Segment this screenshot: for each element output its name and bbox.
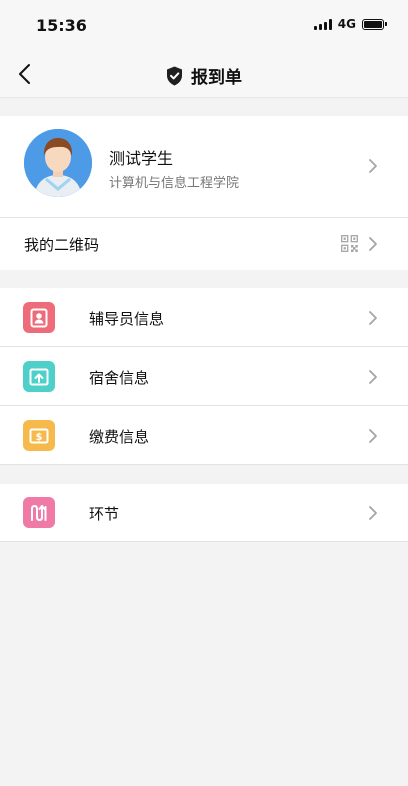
student-college: 计算机与信息工程学院 bbox=[109, 176, 240, 191]
counselor-badge-icon bbox=[23, 302, 55, 333]
menu-label: 环节 bbox=[89, 505, 120, 523]
chevron-right-icon bbox=[369, 159, 377, 173]
student-avatar-icon bbox=[24, 129, 92, 197]
qrcode-label: 我的二维码 bbox=[24, 236, 100, 254]
student-name: 测试学生 bbox=[109, 149, 174, 168]
shield-check-icon bbox=[167, 66, 182, 85]
qrcode-icon bbox=[341, 235, 358, 252]
chevron-right-icon bbox=[369, 237, 377, 251]
network-type: 4G bbox=[337, 17, 356, 31]
signal-icon bbox=[313, 18, 332, 30]
chevron-right-icon bbox=[369, 429, 377, 443]
chevron-right-icon bbox=[369, 370, 377, 384]
menu-item-dormitory[interactable]: 宿舍信息 bbox=[0, 347, 408, 406]
profile-card[interactable]: 测试学生 计算机与信息工程学院 bbox=[0, 116, 408, 218]
avatar bbox=[24, 129, 92, 197]
process-flow-icon bbox=[23, 497, 55, 528]
nav-bar: 报到单 bbox=[0, 50, 408, 98]
status-time: 15:36 bbox=[36, 16, 87, 35]
chevron-right-icon bbox=[369, 506, 377, 520]
battery-icon bbox=[362, 18, 387, 30]
nav-title-group: 报到单 bbox=[0, 63, 408, 88]
menu-item-payment[interactable]: $ 缴费信息 bbox=[0, 406, 408, 465]
status-indicators: 4G bbox=[313, 17, 387, 31]
dormitory-icon bbox=[23, 361, 55, 392]
status-bar: 15:36 4G bbox=[0, 0, 408, 50]
menu-label: 辅导员信息 bbox=[89, 310, 165, 328]
info-menu-list: 辅导员信息 宿舍信息 $ 缴费信息 bbox=[0, 288, 408, 465]
svg-text:$: $ bbox=[36, 432, 43, 443]
my-qrcode-row[interactable]: 我的二维码 bbox=[0, 218, 408, 270]
payment-icon: $ bbox=[23, 420, 55, 451]
menu-item-counselor[interactable]: 辅导员信息 bbox=[0, 288, 408, 347]
page-title: 报到单 bbox=[191, 68, 242, 88]
menu-item-process[interactable]: 环节 bbox=[0, 484, 408, 542]
chevron-right-icon bbox=[369, 311, 377, 325]
menu-label: 缴费信息 bbox=[89, 428, 150, 446]
menu-label: 宿舍信息 bbox=[89, 369, 150, 387]
